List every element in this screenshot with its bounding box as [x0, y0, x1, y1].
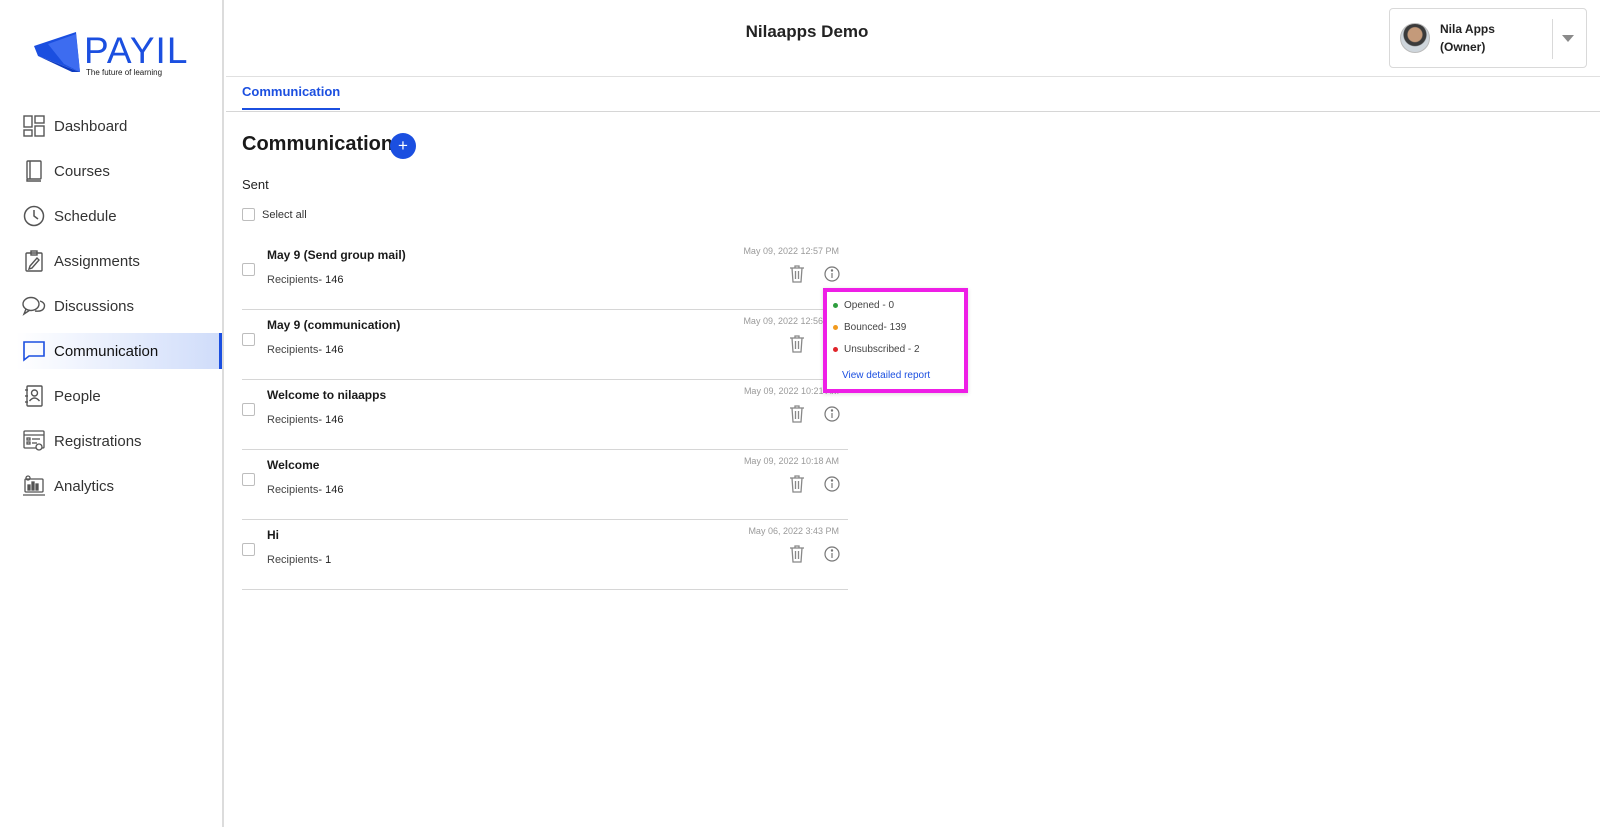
user-info: Nila Apps (Owner) — [1440, 20, 1495, 56]
payil-logo[interactable]: PAYIL The future of learning — [34, 28, 194, 78]
message-list: May 9 (Send group mail) Recipients- 146 … — [242, 240, 848, 590]
logo-mark-icon — [34, 32, 80, 72]
list-item[interactable]: Welcome Recipients- 146 May 09, 2022 10:… — [242, 450, 848, 520]
list-item[interactable]: Welcome to nilaapps Recipients- 146 May … — [242, 380, 848, 450]
add-communication-button[interactable]: + — [390, 133, 416, 159]
message-recipients: Recipients- 146 — [267, 484, 344, 496]
message-subject: Hi — [267, 528, 279, 542]
message-date: May 06, 2022 3:43 PM — [748, 526, 839, 536]
dashboard-icon — [22, 114, 46, 138]
trash-icon[interactable] — [789, 545, 805, 563]
sidebar-item-courses[interactable]: Courses — [0, 153, 224, 189]
select-all-label: Select all — [262, 208, 307, 221]
sidebar-item-analytics[interactable]: Analytics — [0, 468, 224, 504]
info-icon[interactable] — [824, 546, 840, 562]
logo-wordmark: PAYIL — [84, 30, 189, 71]
registration-form-icon — [22, 429, 46, 453]
message-recipients: Recipients- 1 — [267, 554, 332, 566]
email-stats-popover: Opened - 0 Bounced- 139 Unsubscribed - 2… — [823, 288, 968, 393]
status-dot-green-icon — [833, 303, 838, 308]
trash-icon[interactable] — [789, 265, 805, 283]
section-label-sent: Sent — [242, 177, 269, 192]
list-item[interactable]: May 9 (communication) Recipients- 146 Ma… — [242, 310, 848, 380]
list-item[interactable]: May 9 (Send group mail) Recipients- 146 … — [242, 240, 848, 310]
tab-communication[interactable]: Communication — [242, 84, 341, 110]
sidebar-item-schedule[interactable]: Schedule — [0, 198, 224, 234]
clock-icon — [22, 204, 46, 228]
status-dot-orange-icon — [833, 325, 838, 330]
app-root: PAYIL The future of learning Dashboard C… — [0, 0, 1600, 827]
sidebar-item-label: Communication — [54, 342, 159, 360]
row-checkbox[interactable] — [242, 403, 255, 416]
message-subject: Welcome — [267, 458, 320, 472]
stat-opened: Opened - 0 — [833, 300, 894, 311]
user-role: (Owner) — [1440, 40, 1486, 54]
message-date: May 09, 2022 10:18 AM — [743, 456, 839, 466]
sidebar-item-label: Schedule — [54, 207, 117, 225]
view-detailed-report-link[interactable]: View detailed report — [842, 370, 930, 381]
select-all-checkbox[interactable] — [242, 208, 255, 221]
sidebar: PAYIL The future of learning Dashboard C… — [0, 0, 224, 827]
sidebar-item-people[interactable]: People — [0, 378, 224, 414]
book-icon — [22, 159, 46, 183]
message-subject: May 9 (communication) — [267, 318, 401, 332]
trash-icon[interactable] — [789, 335, 805, 353]
sidebar-nav: Dashboard Courses Schedule Assignments D… — [0, 108, 224, 513]
message-subject: Welcome to nilaapps — [267, 388, 387, 402]
trash-icon[interactable] — [789, 405, 805, 423]
row-checkbox[interactable] — [242, 543, 255, 556]
sidebar-item-discussions[interactable]: Discussions — [0, 288, 224, 324]
message-subject: May 9 (Send group mail) — [267, 248, 406, 262]
sidebar-item-registrations[interactable]: Registrations — [0, 423, 224, 459]
sidebar-item-label: Discussions — [54, 297, 135, 315]
status-dot-red-icon — [833, 347, 838, 352]
page-title: Communication — [242, 133, 394, 155]
chat-bubbles-icon — [22, 294, 46, 318]
clipboard-icon — [22, 249, 46, 273]
message-icon — [22, 339, 46, 363]
logo-tagline: The future of learning — [86, 68, 163, 77]
user-menu-divider — [1552, 19, 1553, 59]
sidebar-item-label: Registrations — [54, 432, 142, 450]
tab-bar: Communication — [226, 78, 1600, 112]
org-title: Nilaapps Demo — [745, 22, 869, 41]
stat-bounced: Bounced- 139 — [833, 322, 906, 333]
trash-icon[interactable] — [789, 475, 805, 493]
sidebar-item-dashboard[interactable]: Dashboard — [0, 108, 224, 144]
message-recipients: Recipients- 146 — [267, 274, 344, 286]
select-all[interactable]: Select all — [242, 208, 307, 221]
sidebar-item-label: Analytics — [54, 477, 115, 495]
message-date: May 09, 2022 12:57 PM — [743, 246, 839, 256]
row-checkbox[interactable] — [242, 263, 255, 276]
sidebar-item-label: Assignments — [54, 252, 140, 270]
info-icon[interactable] — [824, 266, 840, 282]
message-recipients: Recipients- 146 — [267, 414, 344, 426]
sidebar-item-label: People — [54, 387, 101, 405]
row-checkbox[interactable] — [242, 333, 255, 346]
avatar — [1400, 23, 1430, 53]
info-icon[interactable] — [824, 476, 840, 492]
info-icon[interactable] — [824, 406, 840, 422]
chevron-down-icon[interactable] — [1562, 35, 1574, 42]
sidebar-item-assignments[interactable]: Assignments — [0, 243, 224, 279]
top-header: Nilaapps Demo Nila Apps (Owner) — [226, 0, 1600, 77]
message-recipients: Recipients- 146 — [267, 344, 344, 356]
user-menu[interactable]: Nila Apps (Owner) — [1389, 8, 1587, 68]
sidebar-item-label: Dashboard — [54, 117, 128, 135]
contact-book-icon — [22, 384, 46, 408]
analytics-icon — [22, 474, 46, 498]
user-name: Nila Apps — [1440, 22, 1495, 36]
sidebar-item-communication[interactable]: Communication — [16, 333, 222, 369]
sidebar-item-label: Courses — [54, 162, 110, 180]
list-item[interactable]: Hi Recipients- 1 May 06, 2022 3:43 PM — [242, 520, 848, 590]
stat-unsubscribed: Unsubscribed - 2 — [833, 344, 920, 355]
row-checkbox[interactable] — [242, 473, 255, 486]
